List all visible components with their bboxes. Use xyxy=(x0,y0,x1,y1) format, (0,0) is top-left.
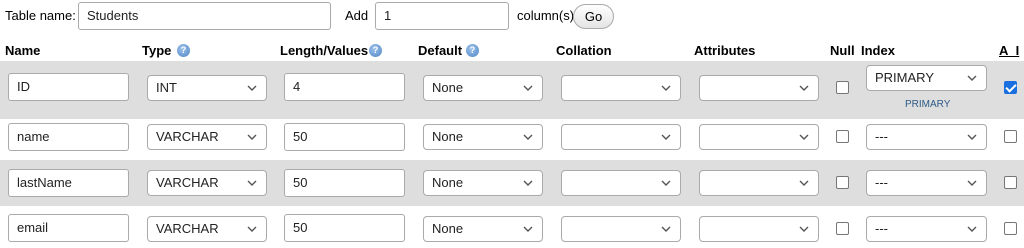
index-select[interactable]: PRIMARY xyxy=(866,65,987,91)
header-auto-increment: A_I xyxy=(999,43,1020,58)
collation-select[interactable] xyxy=(561,216,681,242)
table-name-input[interactable]: Students xyxy=(78,2,331,30)
index-select[interactable]: --- xyxy=(866,124,987,150)
header-index: Index xyxy=(861,43,895,58)
help-icon[interactable]: ? xyxy=(369,44,382,57)
type-select[interactable]: VARCHAR xyxy=(147,170,267,196)
length-values-input[interactable]: 4 xyxy=(284,73,405,101)
help-icon[interactable]: ? xyxy=(466,44,479,57)
collation-select[interactable] xyxy=(561,124,681,150)
type-value: INT xyxy=(156,80,177,95)
index-select[interactable]: --- xyxy=(866,170,987,196)
chevron-down-icon xyxy=(523,226,533,232)
header-length-values: Length/Values xyxy=(280,43,369,58)
chevron-down-icon xyxy=(799,226,809,232)
default-select[interactable]: None xyxy=(423,75,543,101)
type-select[interactable]: INT xyxy=(147,75,267,101)
auto-increment-checkbox[interactable] xyxy=(1004,222,1017,235)
length-values-input[interactable]: 50 xyxy=(284,214,405,242)
help-icon[interactable]: ? xyxy=(177,44,190,57)
chevron-down-icon xyxy=(799,85,809,91)
header-name: Name xyxy=(5,43,41,58)
chevron-down-icon xyxy=(523,85,533,91)
add-label: Add xyxy=(345,8,369,23)
type-select[interactable]: VARCHAR xyxy=(147,216,267,242)
index-value: --- xyxy=(875,129,888,144)
column-name-input[interactable]: ID xyxy=(8,73,129,101)
chevron-down-icon xyxy=(661,226,671,232)
collation-select[interactable] xyxy=(561,170,681,196)
index-value: PRIMARY xyxy=(875,70,934,85)
collation-select[interactable] xyxy=(561,75,681,101)
column-name-input[interactable]: email xyxy=(8,214,129,242)
index-value: --- xyxy=(875,175,888,190)
add-columns-input[interactable]: 1 xyxy=(375,2,509,30)
header-type: Type xyxy=(142,43,172,58)
attributes-select[interactable] xyxy=(699,124,819,150)
chevron-down-icon xyxy=(967,180,977,186)
header-attributes: Attributes xyxy=(694,43,756,58)
type-select[interactable]: VARCHAR xyxy=(147,124,267,150)
chevron-down-icon xyxy=(247,180,257,186)
chevron-down-icon xyxy=(799,180,809,186)
chevron-down-icon xyxy=(247,226,257,232)
index-select[interactable]: --- xyxy=(866,216,987,242)
auto-increment-checkbox[interactable] xyxy=(1004,130,1017,143)
attributes-select[interactable] xyxy=(699,170,819,196)
chevron-down-icon xyxy=(523,134,533,140)
chevron-down-icon xyxy=(661,180,671,186)
go-button[interactable]: Go xyxy=(573,4,614,29)
default-value: None xyxy=(432,221,464,236)
null-checkbox[interactable] xyxy=(836,130,849,143)
chevron-down-icon xyxy=(661,85,671,91)
chevron-down-icon xyxy=(661,134,671,140)
null-checkbox[interactable] xyxy=(836,176,849,189)
attributes-select[interactable] xyxy=(699,216,819,242)
column-name-input[interactable]: lastName xyxy=(8,169,129,197)
chevron-down-icon xyxy=(247,134,257,140)
default-select[interactable]: None xyxy=(423,216,543,242)
chevron-down-icon xyxy=(799,134,809,140)
type-value: VARCHAR xyxy=(156,175,219,190)
default-value: None xyxy=(432,175,464,190)
type-value: VARCHAR xyxy=(156,221,219,236)
chevron-down-icon xyxy=(967,134,977,140)
column-name-input[interactable]: name xyxy=(8,123,129,151)
index-primary-link[interactable]: PRIMARY xyxy=(905,99,950,110)
columns-label: column(s) xyxy=(517,8,575,23)
default-select[interactable]: None xyxy=(423,124,543,150)
header-null: Null xyxy=(830,43,855,58)
default-value: None xyxy=(432,129,464,144)
auto-increment-checkbox[interactable] xyxy=(1004,176,1017,189)
null-checkbox[interactable] xyxy=(836,222,849,235)
chevron-down-icon xyxy=(967,226,977,232)
chevron-down-icon xyxy=(247,85,257,91)
chevron-down-icon xyxy=(967,75,977,81)
header-collation: Collation xyxy=(556,43,612,58)
type-value: VARCHAR xyxy=(156,129,219,144)
default-value: None xyxy=(432,80,464,95)
chevron-down-icon xyxy=(523,180,533,186)
default-select[interactable]: None xyxy=(423,170,543,196)
header-default: Default xyxy=(418,43,463,58)
index-value: --- xyxy=(875,221,888,236)
auto-increment-checkbox[interactable] xyxy=(1004,81,1017,94)
length-values-input[interactable]: 50 xyxy=(284,123,405,151)
attributes-select[interactable] xyxy=(699,75,819,101)
null-checkbox[interactable] xyxy=(836,81,849,94)
length-values-input[interactable]: 50 xyxy=(284,169,405,197)
table-name-label: Table name: xyxy=(5,8,76,23)
